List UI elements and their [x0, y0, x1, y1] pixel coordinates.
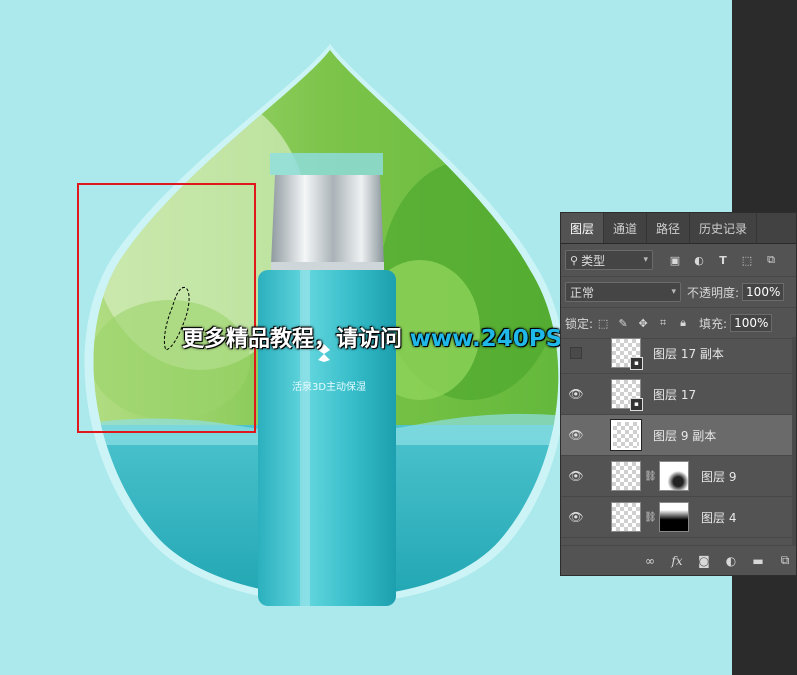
layer-name: 图层 9 副本 [653, 428, 717, 443]
watermark: 更多精品教程，请访问 www.240PS.com [182, 321, 624, 353]
bottle-label: 活泉3D主动保湿 [292, 382, 367, 393]
layer-thumbnail [611, 502, 641, 532]
eye-icon: 👁︎ [568, 428, 584, 442]
lock-artboard-icon[interactable]: ⌗ [655, 315, 671, 331]
layer-name: 图层 17 副本 [653, 346, 724, 361]
tab-history[interactable]: 历史记录 [690, 213, 758, 243]
fill-label: 填充: [699, 316, 728, 331]
layer-row[interactable]: 👁︎ ⛓︎ 图层 9 [561, 456, 796, 497]
blend-mode-select[interactable]: 正常 ▾ [565, 282, 681, 302]
layer-list: ▪ 图层 17 副本 👁︎ ▪ 图层 17 👁︎ 图层 9 副本 👁︎ ⛓︎ 图… [561, 337, 796, 545]
layer-name: 图层 4 [701, 510, 737, 525]
adjust-filter-icon[interactable]: ◐ [691, 252, 707, 268]
tab-layers[interactable]: 图层 [561, 213, 605, 243]
lock-pixels-icon[interactable]: ⬚ [595, 315, 611, 331]
shape-filter-icon[interactable]: ⬚ [739, 252, 755, 268]
lock-all-icon[interactable]: 🔒︎ [675, 315, 691, 331]
hidden-box-icon [570, 347, 582, 359]
link-chain-icon[interactable]: ⛓︎ [644, 471, 657, 482]
chevron-down-icon: ▾ [671, 287, 676, 297]
adjustment-icon[interactable]: ◐ [724, 554, 738, 568]
layer-row[interactable]: 👁︎ ⛓︎ 图层 4 [561, 497, 796, 538]
new-layer-icon[interactable]: ⧉ [778, 553, 792, 568]
visibility-toggle[interactable]: 👁︎ [561, 387, 591, 401]
mask-icon[interactable]: ◙ [697, 554, 711, 568]
link-icon[interactable]: ∞ [643, 554, 657, 568]
opacity-field[interactable]: 100% [742, 283, 785, 301]
lock-paint-icon[interactable]: ✎ [615, 315, 631, 331]
layer-mask-thumbnail[interactable] [659, 502, 689, 532]
tab-channels[interactable]: 通道 [604, 213, 648, 243]
search-icon: ⚲ [570, 253, 579, 267]
lock-move-icon[interactable]: ✥ [635, 315, 651, 331]
fill-field[interactable]: 100% [730, 314, 773, 332]
layer-row[interactable]: ▪ 图层 17 副本 [561, 333, 796, 374]
smart-object-icon: ▪ [630, 398, 643, 411]
fx-icon[interactable]: fx [670, 554, 684, 568]
folder-icon[interactable]: ▬ [751, 554, 765, 568]
blend-mode-value: 正常 [570, 285, 595, 300]
lock-label: 锁定: [565, 316, 594, 331]
layer-row-selected[interactable]: 👁︎ 图层 9 副本 [561, 415, 796, 456]
layers-panel: 图层 通道 路径 历史记录 ⚲ 类型 ▾ ▣ ◐ T ⬚ ⧉ 正常 ▾ 不透明度… [560, 212, 797, 576]
visibility-toggle[interactable] [561, 347, 591, 359]
smart-filter-icon[interactable]: ⧉ [763, 252, 779, 268]
type-filter-icon[interactable]: T [715, 252, 731, 268]
watermark-text: 更多精品教程，请访问 [182, 327, 403, 352]
filter-type-value: 类型 [581, 253, 606, 268]
opacity-label: 不透明度: [687, 285, 740, 300]
visibility-toggle[interactable]: 👁︎ [561, 510, 591, 524]
blend-row: 正常 ▾ 不透明度: 100% [561, 277, 796, 308]
chevron-down-icon: ▾ [643, 255, 648, 265]
layer-name: 图层 9 [701, 469, 737, 484]
eye-icon: 👁︎ [568, 387, 584, 401]
filter-type-select[interactable]: ⚲ 类型 ▾ [565, 250, 653, 270]
layer-name: 图层 17 [653, 387, 697, 402]
layer-mask-thumbnail[interactable] [659, 461, 689, 491]
layer-thumbnail [610, 419, 642, 451]
filter-row: ⚲ 类型 ▾ ▣ ◐ T ⬚ ⧉ [561, 244, 796, 277]
panel-tabs: 图层 通道 路径 历史记录 [561, 213, 796, 244]
panel-footer: ∞ fx ◙ ◐ ▬ ⧉ [561, 545, 796, 575]
eye-icon: 👁︎ [568, 510, 584, 524]
visibility-toggle[interactable]: 👁︎ [561, 428, 591, 442]
layer-thumbnail: ▪ [611, 338, 643, 370]
link-chain-icon[interactable]: ⛓︎ [644, 512, 657, 523]
image-filter-icon[interactable]: ▣ [667, 252, 683, 268]
layer-row[interactable]: 👁︎ ▪ 图层 17 [561, 374, 796, 415]
layer-thumbnail [611, 461, 641, 491]
smart-object-icon: ▪ [630, 357, 643, 370]
eye-icon: 👁︎ [568, 469, 584, 483]
visibility-toggle[interactable]: 👁︎ [561, 469, 591, 483]
layer-scrollbar[interactable] [792, 337, 796, 545]
layer-thumbnail: ▪ [611, 379, 643, 411]
tab-paths[interactable]: 路径 [647, 213, 691, 243]
